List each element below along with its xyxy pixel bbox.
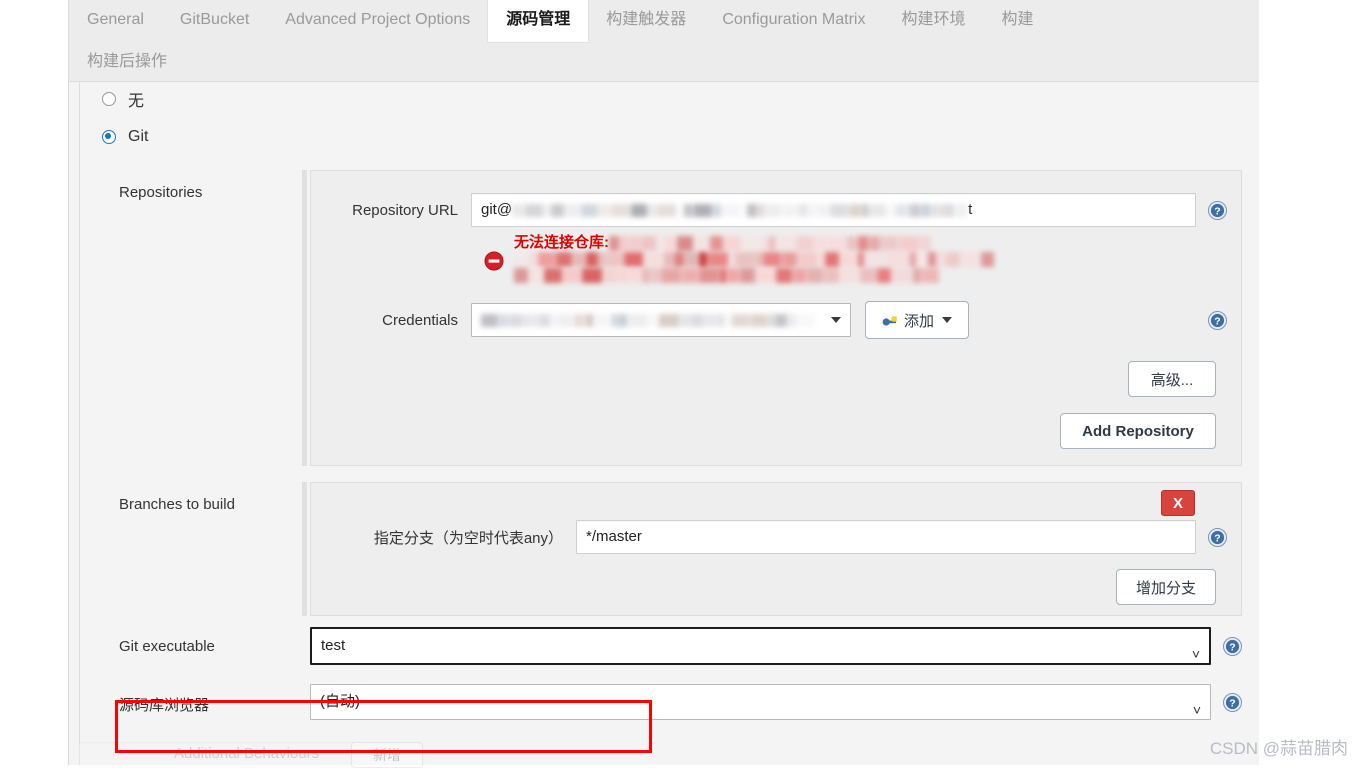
repository-error-redacted-2 [514,251,995,267]
tab-构建后操作[interactable]: 构建后操作 [69,42,185,83]
tab-源码管理[interactable]: 源码管理 [488,0,589,42]
repository-error-line-2 [514,251,1227,267]
branch-specifier-input[interactable]: */master [576,520,1196,554]
scm-option-none[interactable]: 无 [102,87,144,111]
credentials-redacted-value [481,304,816,336]
credentials-label: Credentials [382,311,458,329]
scm-option-git-label: Git [128,128,149,145]
git-executable-label: Git executable [119,638,215,655]
remove-branch-button[interactable]: X [1161,490,1195,516]
repo-browser-row: 源码库浏览器 (自动) ˅ ? [102,684,1242,720]
repositories-panel: Repository URL git@ t ? 无法连接仓库: Credenti… [310,170,1242,466]
help-icon-credentials[interactable]: ? [1208,310,1227,330]
repo-browser-label: 源码库浏览器 [119,697,210,714]
tab-GitBucket[interactable]: GitBucket [162,0,267,41]
tab-构建触发器[interactable]: 构建触发器 [588,0,704,41]
additional-behaviours-label: Additional Behaviours [174,745,320,762]
scm-option-none-label: 无 [128,93,145,110]
chevron-down-icon-repo-browser: ˅ [1192,702,1201,718]
repository-error-redacted-3 [514,267,940,283]
add-branch-label: 增加分支 [1135,579,1196,597]
chevron-down-icon-add [942,317,953,323]
repository-error: 无法连接仓库: [484,235,1227,289]
repository-error-redacted-1 [609,235,932,251]
branch-specifier-row: 指定分支（为空时代表any） */master ? [311,483,1241,554]
git-executable-row: Git executable test ˅ ? [102,627,1242,665]
key-icon [882,314,899,327]
branches-label: Branches to build [119,496,235,513]
repository-url-label: Repository URL [352,201,458,219]
repo-browser-select[interactable]: (自动) ˅ [310,684,1211,720]
additional-behaviours-add-button[interactable]: 新增 [351,742,423,768]
svg-text:?: ? [1229,641,1235,653]
scm-option-git[interactable]: Git [102,125,148,149]
svg-text:?: ? [1214,532,1220,544]
row-separator [302,170,307,466]
repository-error-line-3 [514,267,1227,283]
branch-specifier-value: */master [586,528,642,545]
add-branch-button[interactable]: 增加分支 [1116,569,1216,605]
advanced-button-label: 高级... [1150,371,1194,389]
repository-url-input[interactable]: git@ t [471,193,1196,227]
repository-error-title: 无法连接仓库: [514,234,609,251]
svg-text:?: ? [1214,315,1220,327]
add-credentials-button[interactable]: 添加 [865,301,970,339]
tab-row-secondary: 构建后操作 [69,42,185,82]
advanced-button[interactable]: 高级... [1128,361,1216,397]
repositories-label: Repositories [119,184,203,201]
repositories-row: Repositories Repository URL git@ t ? 无法连… [102,170,1242,466]
branches-panel: X 指定分支（为空时代表any） */master ? 增加分支 [310,482,1242,616]
chevron-down-icon-credentials [831,317,841,323]
add-repository-label: Add Repository [1082,422,1194,440]
svg-text:?: ? [1214,205,1220,217]
radio-git[interactable] [102,130,116,144]
csdn-watermark: CSDN @蒜苗腊肉 [1209,739,1348,758]
help-icon-git-executable[interactable]: ? [1223,636,1242,656]
tab-General[interactable]: General [69,0,162,41]
help-icon-repository-url[interactable]: ? [1208,200,1227,220]
git-executable-value: test [321,637,346,654]
repository-url-suffix: t [968,201,973,218]
config-content-area: 无 Git Repositories Repository URL git@ t [69,82,1259,768]
add-repository-button[interactable]: Add Repository [1060,413,1216,449]
tab-构建[interactable]: 构建 [984,0,1052,41]
chevron-down-icon-git-exec: ˅ [1191,646,1200,662]
branch-specifier-label: 指定分支（为空时代表any） [373,529,563,547]
additional-behaviours-row: Additional Behaviours 新增 [79,742,1259,768]
repository-url-row: Repository URL git@ t ? [311,171,1241,227]
row-separator-branches [302,482,307,616]
repo-browser-value: (自动) [320,693,360,710]
repository-url-prefix: git@ [481,201,513,218]
add-credentials-label: 添加 [904,312,935,330]
tab-row-primary: General GitBucket Advanced Project Options… [69,0,1052,42]
jenkins-page-column: General GitBucket Advanced Project Options… [68,0,1259,768]
remove-branch-label: X [1172,494,1183,512]
help-icon-repo-browser[interactable]: ? [1223,692,1242,712]
credentials-select[interactable] [471,303,851,337]
tab-构建环境[interactable]: 构建环境 [883,0,983,41]
svg-text:?: ? [1229,697,1235,709]
tab-Advanced Project Options[interactable]: Advanced Project Options [267,0,488,41]
radio-none[interactable] [102,92,116,106]
repository-error-block: 无法连接仓库: [484,235,1227,289]
help-icon-branch[interactable]: ? [1208,527,1227,547]
credentials-row: Credentials 添加 ? [311,301,1241,339]
config-tab-bar: General GitBucket Advanced Project Options… [69,0,1259,82]
repository-error-line-1: 无法连接仓库: [514,235,1227,251]
error-circle-icon [484,251,504,271]
branches-row: Branches to build X 指定分支（为空时代表any） */mas… [102,482,1242,616]
git-executable-select[interactable]: test ˅ [310,627,1211,665]
repository-url-redacted-value [512,194,968,226]
content-left-rail [69,82,80,765]
screenshot-root: General GitBucket Advanced Project Options… [0,0,1364,768]
additional-behaviours-add-label: 新增 [373,747,401,763]
tab-Configuration Matrix[interactable]: Configuration Matrix [704,0,883,41]
